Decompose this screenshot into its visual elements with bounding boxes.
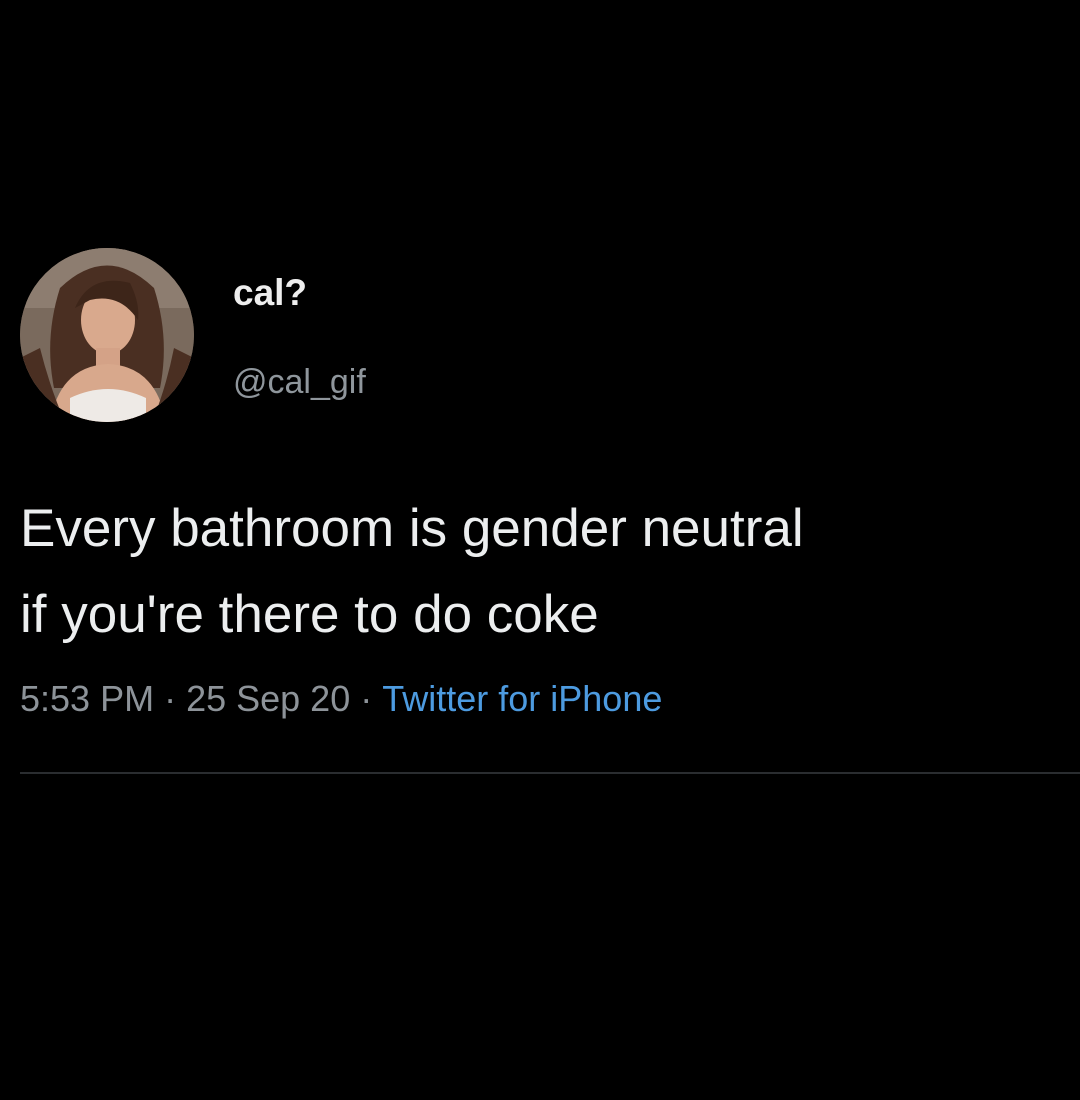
display-name[interactable]: cal?	[233, 274, 307, 311]
profile-photo-icon	[20, 248, 194, 422]
tweet-date[interactable]: 25 Sep 20	[186, 678, 350, 719]
tweet-time[interactable]: 5:53 PM	[20, 678, 154, 719]
tweet-card: cal? @cal_gif Every bathroom is gender n…	[0, 0, 1080, 1100]
tweet-text: Every bathroom is gender neutral if you'…	[20, 499, 804, 644]
tweet-meta: 5:53 PM · 25 Sep 20 · Twitter for iPhone	[20, 681, 662, 717]
meta-separator: ·	[164, 678, 177, 719]
divider	[20, 772, 1080, 774]
tweet-source-link[interactable]: Twitter for iPhone	[382, 678, 662, 719]
avatar[interactable]	[20, 248, 194, 422]
user-handle[interactable]: @cal_gif	[233, 365, 366, 399]
meta-separator: ·	[360, 678, 373, 719]
